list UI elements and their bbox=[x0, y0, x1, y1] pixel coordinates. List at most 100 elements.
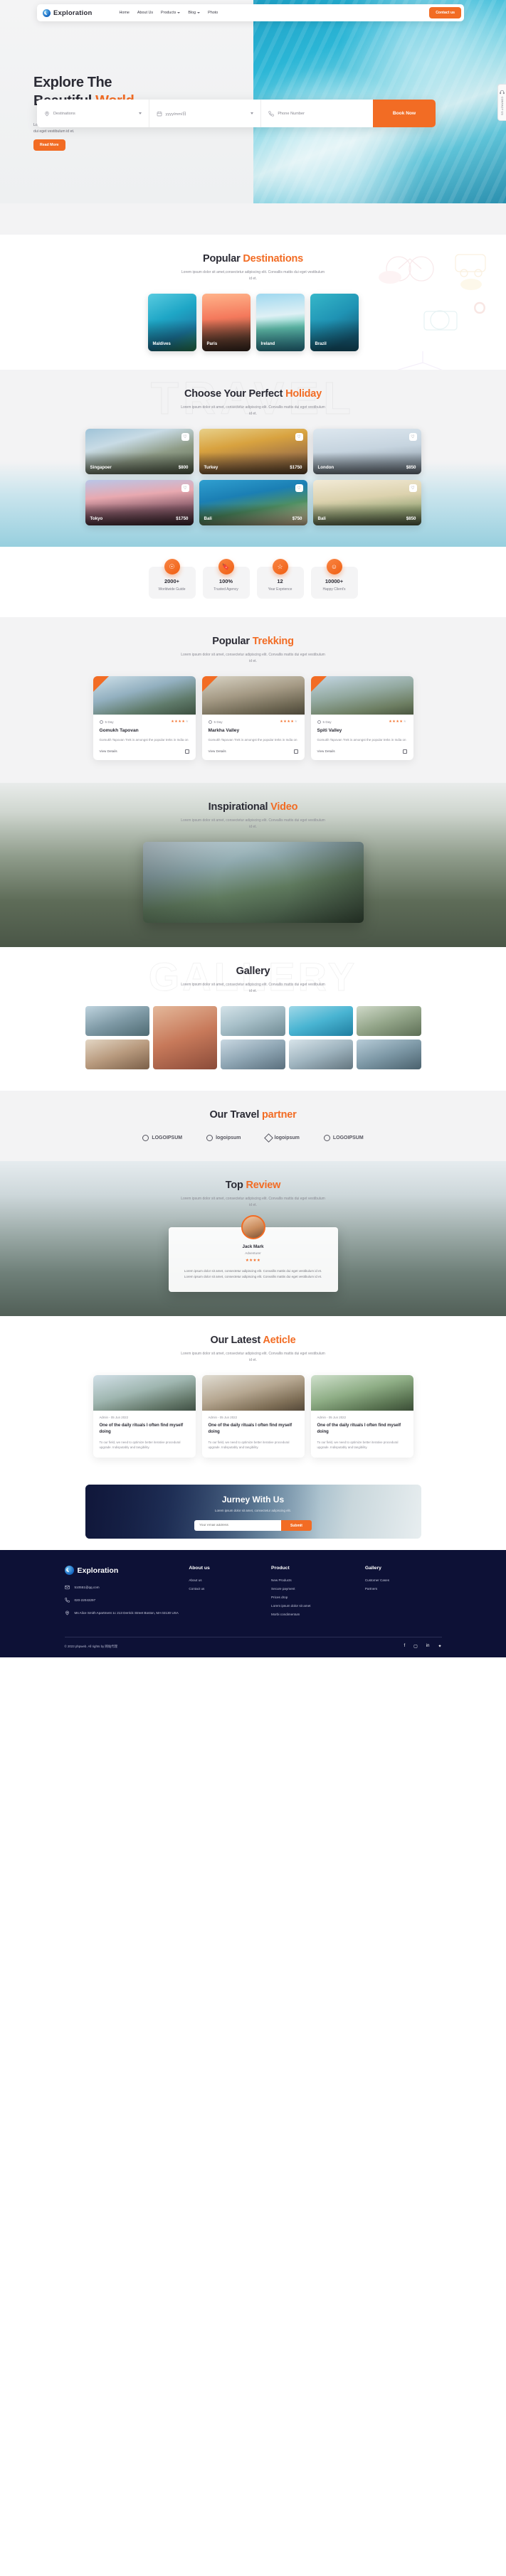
heart-icon[interactable]: ♡ bbox=[295, 484, 303, 492]
view-details-link[interactable]: View Details bbox=[209, 749, 226, 753]
gallery-item[interactable] bbox=[85, 1039, 149, 1069]
brand-logo[interactable]: Exploration bbox=[43, 9, 92, 17]
gallery-item[interactable] bbox=[288, 1039, 354, 1069]
ribbon-badge bbox=[93, 676, 109, 692]
article-card[interactable]: Admin - 05 Jun 2022 One of the daily rit… bbox=[310, 1374, 413, 1458]
video-player[interactable] bbox=[142, 841, 364, 923]
heart-icon[interactable]: ♡ bbox=[409, 433, 417, 441]
holiday-card[interactable]: ♡ Bali $850 bbox=[312, 480, 421, 525]
heart-icon[interactable]: ♡ bbox=[409, 484, 417, 492]
footer-link[interactable]: Partners bbox=[365, 1587, 442, 1591]
main-navbar: Exploration Home About Us Products Blog … bbox=[37, 4, 464, 21]
gallery-item[interactable] bbox=[85, 1005, 149, 1036]
nav-item-home[interactable]: Home bbox=[119, 11, 129, 15]
article-card[interactable]: Admin - 05 Jun 2022 One of the daily rit… bbox=[201, 1374, 305, 1458]
holiday-card[interactable]: ♡ Turkey $1750 bbox=[199, 429, 307, 474]
stat-card: 🔖 100% Trusted Agency bbox=[202, 559, 250, 599]
newsletter-email-input[interactable] bbox=[194, 1520, 282, 1532]
destination-card[interactable]: Paris bbox=[201, 294, 251, 351]
gallery-item[interactable] bbox=[152, 1005, 218, 1069]
partner-logo[interactable]: logoipsum bbox=[263, 1133, 300, 1143]
partner-label: logoipsum bbox=[216, 1135, 241, 1140]
title-accent: Video bbox=[270, 801, 298, 813]
hero-title-line1: Explore The bbox=[33, 75, 112, 90]
newsletter-submit-button[interactable]: Submit bbox=[281, 1520, 312, 1532]
nav-label: Home bbox=[119, 11, 130, 15]
nav-item-photo[interactable]: Photo bbox=[208, 11, 218, 15]
view-details-link[interactable]: View Details bbox=[317, 749, 335, 753]
destination-card[interactable]: Maldives bbox=[147, 294, 196, 351]
chevron-down-icon bbox=[197, 12, 201, 14]
holiday-cards: ♡ Singapoer $800 ♡ Turkey $1750 ♡ London $8… bbox=[85, 429, 421, 525]
partner-logo[interactable]: logoipsum bbox=[206, 1134, 241, 1141]
instagram-icon[interactable]: ▢ bbox=[413, 1644, 418, 1649]
destination-card[interactable]: Ireland bbox=[255, 294, 305, 351]
view-details-link[interactable]: View Details bbox=[100, 749, 117, 753]
search-bar: Destinations yyyy/mm/日 Phone Number Book… bbox=[37, 100, 436, 127]
arrow-right-icon[interactable] bbox=[402, 749, 407, 754]
footer-link[interactable]: Contact us bbox=[189, 1587, 265, 1591]
twitter-icon[interactable]: ✦ bbox=[438, 1644, 441, 1649]
destination-card[interactable]: Brazil bbox=[310, 294, 359, 351]
trekking-card[interactable]: 5 Day ★★★★★ Spiti Valley Gomukh Tapovan … bbox=[310, 676, 413, 760]
holiday-card[interactable]: ♡ Singapoer $800 bbox=[85, 429, 194, 474]
contact-side-tab[interactable]: CONTACT US bbox=[497, 84, 506, 121]
gallery-item[interactable] bbox=[221, 1039, 285, 1069]
arrow-right-icon[interactable] bbox=[293, 749, 298, 754]
title-plain: Our Latest bbox=[210, 1334, 263, 1346]
footer-link[interactable]: About us bbox=[189, 1578, 265, 1582]
chevron-down-icon bbox=[138, 112, 142, 114]
gallery-item[interactable] bbox=[221, 1005, 285, 1036]
book-now-button[interactable]: Book Now bbox=[373, 100, 436, 127]
footer-link[interactable]: Customer Cases bbox=[365, 1578, 442, 1582]
trekking-card[interactable]: 5 Day ★★★★★ Gomukh Tapovan Gomukh Tapova… bbox=[93, 676, 196, 760]
nav-item-blog[interactable]: Blog bbox=[188, 11, 201, 15]
footer-contact-email[interactable]: 510551@qq.com bbox=[64, 1585, 184, 1591]
nav-item-about-us[interactable]: About Us bbox=[137, 11, 153, 15]
footer-link[interactable]: New Products bbox=[271, 1578, 359, 1582]
gallery-item[interactable] bbox=[288, 1005, 354, 1036]
holiday-price: $750 bbox=[292, 516, 302, 521]
gallery-item[interactable] bbox=[357, 1005, 421, 1036]
date-select[interactable]: yyyy/mm/日 bbox=[149, 100, 262, 127]
location-pin-icon bbox=[65, 1610, 69, 1615]
heart-icon[interactable]: ♡ bbox=[181, 484, 189, 492]
site-footer: Exploration 510551@qq.com 020-22043297 M… bbox=[0, 1550, 506, 1658]
contact-us-button[interactable]: Contact us bbox=[429, 7, 461, 18]
nav-item-products[interactable]: Products bbox=[161, 11, 181, 15]
holiday-name: Turkey bbox=[204, 465, 218, 470]
partner-label: logoipsum bbox=[274, 1135, 300, 1140]
stats-section: ☉ 2000+ Worldwide Guide 🔖 100% Trusted A… bbox=[0, 547, 506, 617]
linkedin-icon[interactable]: in bbox=[426, 1644, 430, 1649]
footer-link[interactable]: Prices drop bbox=[271, 1596, 359, 1599]
holiday-card[interactable]: ♡ Bali $750 bbox=[199, 480, 307, 525]
contact-tab-label: CONTACT US bbox=[500, 96, 504, 116]
footer-contact-phone[interactable]: 020-22043297 bbox=[64, 1598, 184, 1603]
footer-phone: 020-22043297 bbox=[74, 1598, 96, 1603]
footer-brand[interactable]: Exploration bbox=[64, 1566, 184, 1576]
page-root: Exploration Home About Us Products Blog … bbox=[0, 0, 506, 1658]
title-accent: Review bbox=[246, 1179, 281, 1191]
partner-logo[interactable]: LOGOIPSUM bbox=[142, 1134, 182, 1141]
heart-icon[interactable]: ♡ bbox=[181, 433, 189, 441]
phone-field[interactable]: Phone Number bbox=[261, 100, 373, 127]
trekking-excerpt: Gomukh Tapovan Trek is amongst the popul… bbox=[99, 738, 189, 742]
arrow-right-icon[interactable] bbox=[184, 749, 189, 754]
heart-icon[interactable]: ♡ bbox=[295, 433, 303, 441]
holiday-card[interactable]: ♡ Tokyo $1750 bbox=[85, 480, 194, 525]
headset-icon bbox=[500, 90, 505, 95]
holiday-card[interactable]: ♡ London $850 bbox=[312, 429, 421, 474]
destination-select[interactable]: Destinations bbox=[37, 100, 149, 127]
trekking-card[interactable]: 5 Day ★★★★★ Markha Valley Gomukh Tapovan… bbox=[201, 676, 305, 760]
hero-read-more-button[interactable]: Read More bbox=[33, 139, 65, 151]
gallery-item[interactable] bbox=[357, 1039, 421, 1069]
partner-logo[interactable]: LOGOIPSUM bbox=[323, 1134, 364, 1141]
footer-link[interactable]: Secure payment bbox=[271, 1587, 359, 1591]
footer-link[interactable]: Morbi condimentum bbox=[271, 1613, 359, 1616]
pin-mark-icon bbox=[142, 1134, 149, 1141]
footer-column-product: Product New Products Secure payment Pric… bbox=[271, 1566, 359, 1621]
footer-link[interactable]: Lorem ipsum dolor sit amet bbox=[271, 1604, 359, 1608]
footer-address: Ms Alice Smith Apartment 1c 213 Derrick … bbox=[74, 1610, 179, 1615]
facebook-icon[interactable]: f bbox=[404, 1644, 405, 1649]
article-card[interactable]: Admin - 05 Jun 2022 One of the daily rit… bbox=[93, 1374, 196, 1458]
